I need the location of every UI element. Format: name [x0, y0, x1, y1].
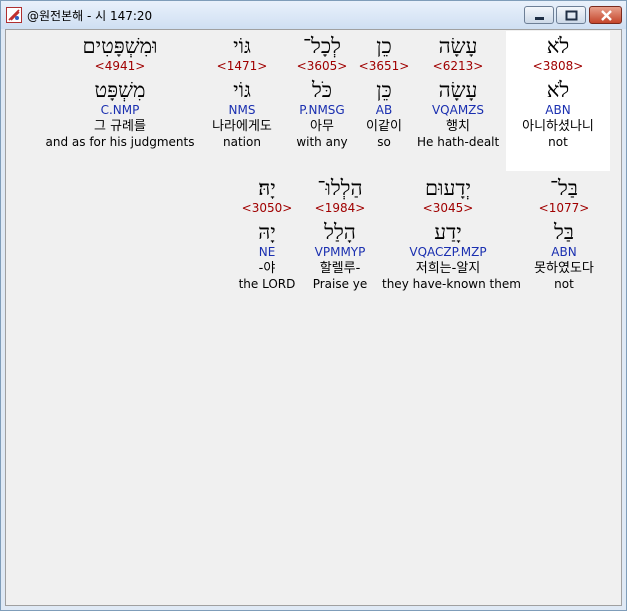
- english-gloss: the LORD: [238, 277, 296, 291]
- english-gloss: not: [554, 277, 574, 291]
- strong-number[interactable]: <3651>: [356, 58, 412, 74]
- strong-number[interactable]: <3050>: [234, 200, 300, 216]
- lemma-word: בַּל: [554, 220, 574, 244]
- strong-number[interactable]: <3605>: [290, 58, 354, 74]
- korean-gloss: 아니하셨나니: [522, 119, 594, 134]
- english-gloss: Praise ye: [312, 277, 368, 291]
- word-cell[interactable]: כֵן <3651> כֵּן AB 이같이 so: [356, 34, 412, 150]
- word-cell[interactable]: יָהּ׃ <3050> יָהּ NE -야 the LORD: [234, 176, 300, 292]
- lemma-word: כֹּל: [311, 78, 333, 102]
- korean-gloss: 그 규례를: [94, 119, 146, 134]
- lemma-word: יָדַע: [434, 220, 462, 244]
- lemma-word: הָלַל: [324, 220, 356, 244]
- lemma-word: מִשְׁפָּט: [94, 78, 146, 102]
- word-cell[interactable]: גּוֹי <1471> גּוֹי NMS 나라에게도 nation: [200, 34, 284, 150]
- strong-number[interactable]: <4941>: [44, 58, 196, 74]
- hebrew-word: יָהּ׃: [258, 176, 276, 200]
- hebrew-word: כֵן: [376, 34, 392, 58]
- strong-number[interactable]: <1077>: [519, 200, 609, 216]
- korean-gloss: 못하였도다: [534, 261, 594, 276]
- morph-code: VQACZP.MZP: [409, 245, 487, 259]
- morph-code: ABN: [551, 245, 577, 259]
- maximize-icon: [565, 10, 578, 21]
- word-cell[interactable]: יְדָעוּם <3045> יָדַע VQACZP.MZP 저희는-알지 …: [382, 176, 521, 292]
- hebrew-word: יְדָעוּם: [425, 176, 471, 200]
- lemma-word: יָהּ: [258, 220, 276, 244]
- morph-code: VQAMZS: [431, 103, 485, 117]
- korean-gloss: 이같이: [366, 119, 402, 134]
- close-icon: [601, 10, 612, 21]
- lemma-word: עָשָׂה: [438, 78, 478, 102]
- morph-code: C.NMP: [100, 103, 140, 117]
- strong-number[interactable]: <3045>: [382, 200, 514, 216]
- interlinear-panel[interactable]: לֹא <3808> לֹא ABN 아니하셨나니 not עָשָׂה <62…: [5, 29, 622, 606]
- english-gloss: and as for his judgments: [45, 135, 195, 149]
- strong-number[interactable]: <6213>: [417, 58, 499, 74]
- title-bar[interactable]: @원전본해 - 시 147:20: [1, 1, 626, 29]
- morph-code: NMS: [228, 103, 256, 117]
- korean-gloss: -야: [258, 261, 276, 276]
- app-window: @원전본해 - 시 147:20 לֹא <3808> לֹא ABN 아니하셨…: [0, 0, 627, 611]
- minimize-icon: [535, 17, 544, 20]
- english-gloss: they have-known them: [382, 277, 521, 291]
- korean-gloss: 행치: [446, 119, 470, 134]
- english-gloss: not: [548, 135, 568, 149]
- word-cell[interactable]: לֹא <3808> לֹא ABN 아니하셨나니 not: [506, 34, 610, 150]
- lemma-word: גּוֹי: [233, 78, 251, 102]
- word-cell[interactable]: וּמִשְׁפָּטִים <4941> מִשְׁפָּט C.NMP 그 …: [44, 34, 196, 150]
- morph-code: VPMMYP: [314, 245, 366, 259]
- morph-code: P.NMSG: [299, 103, 345, 117]
- korean-gloss: 할렐루-: [319, 261, 361, 276]
- hebrew-word: לֹא: [546, 34, 570, 58]
- minimize-button[interactable]: [524, 6, 554, 24]
- english-gloss: so: [377, 135, 391, 149]
- hebrew-word: לְכָל־: [303, 34, 341, 58]
- hebrew-word: וּמִשְׁפָּטִים: [82, 34, 158, 58]
- morph-code: AB: [375, 103, 393, 117]
- hebrew-word: הַלְלוּ־: [317, 176, 363, 200]
- korean-gloss: 아무: [310, 119, 334, 134]
- english-gloss: He hath-dealt: [417, 135, 500, 149]
- word-cell[interactable]: הַלְלוּ־ <1984> הָלַל VPMMYP 할렐루- Praise…: [304, 176, 376, 292]
- word-cell[interactable]: בַּל־ <1077> בַּל ABN 못하였도다 not: [519, 176, 609, 292]
- strong-number[interactable]: <1984>: [304, 200, 376, 216]
- english-gloss: with any: [296, 135, 348, 149]
- english-gloss: nation: [223, 135, 261, 149]
- close-button[interactable]: [589, 6, 622, 24]
- lemma-word: כֵּן: [376, 78, 392, 102]
- strong-number[interactable]: <3808>: [506, 58, 610, 74]
- morph-code: ABN: [545, 103, 571, 117]
- hebrew-word: עָשָׂה: [438, 34, 478, 58]
- window-title: @원전본해 - 시 147:20: [27, 9, 153, 23]
- word-cell[interactable]: לְכָל־ <3605> כֹּל P.NMSG 아무 with any: [290, 34, 354, 150]
- korean-gloss: 저희는-알지: [415, 261, 481, 276]
- hebrew-word: גּוֹי: [233, 34, 251, 58]
- word-cell[interactable]: עָשָׂה <6213> עָשָׂה VQAMZS 행치 He hath-d…: [417, 34, 499, 150]
- lemma-word: לֹא: [546, 78, 570, 102]
- strong-number[interactable]: <1471>: [200, 58, 284, 74]
- maximize-button[interactable]: [556, 6, 586, 24]
- korean-gloss: 나라에게도: [212, 119, 272, 134]
- app-logo-icon: [6, 7, 22, 23]
- morph-code: NE: [258, 245, 276, 259]
- hebrew-word: בַּל־: [550, 176, 578, 200]
